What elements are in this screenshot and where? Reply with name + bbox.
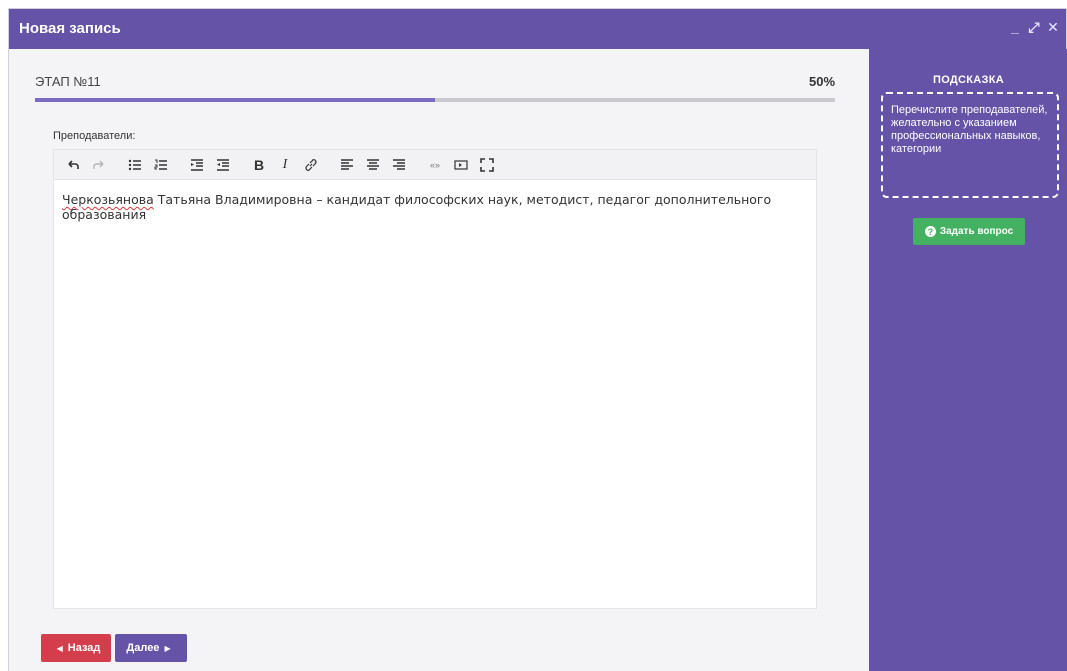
- fullscreen-icon[interactable]: [476, 154, 498, 176]
- align-center-icon[interactable]: [362, 154, 384, 176]
- question-icon: ?: [924, 226, 936, 237]
- back-button[interactable]: ◀ Назад: [41, 634, 111, 662]
- minimize-icon[interactable]: _: [1008, 19, 1022, 35]
- outdent-icon[interactable]: [212, 154, 234, 176]
- bullet-list-icon[interactable]: [124, 154, 146, 176]
- rich-text-editor: B I «» Черкозьянова Татьяна Владимировна…: [53, 149, 817, 609]
- align-right-icon[interactable]: [388, 154, 410, 176]
- back-button-label: Назад: [67, 642, 101, 654]
- hint-sidebar: ПОДСКАЗКА Перечислите преподавателей, же…: [869, 49, 1067, 671]
- window-title: Новая запись: [19, 20, 121, 37]
- ask-question-label: Задать вопрос: [939, 226, 1014, 237]
- hint-title: ПОДСКАЗКА: [932, 74, 1004, 86]
- next-button[interactable]: Далее ▶: [115, 634, 187, 662]
- progress-fill: [35, 98, 435, 102]
- blockquote-icon[interactable]: «»: [424, 154, 446, 176]
- record-window: Новая запись _ ⤢ ✕ ЭТАП №11 50% Преподав…: [8, 8, 1067, 671]
- close-icon[interactable]: ✕: [1046, 19, 1060, 35]
- bold-icon[interactable]: B: [248, 154, 270, 176]
- link-icon[interactable]: [300, 154, 322, 176]
- editor-toolbar: B I «»: [54, 150, 816, 180]
- align-left-icon[interactable]: [336, 154, 358, 176]
- numbered-list-icon[interactable]: [150, 154, 172, 176]
- stage-label: ЭТАП №11: [35, 74, 101, 89]
- stage-percent: 50%: [809, 74, 836, 89]
- teachers-label: Преподаватели:: [53, 130, 136, 142]
- italic-icon[interactable]: I: [274, 154, 296, 176]
- expand-icon[interactable]: ⤢: [1027, 19, 1041, 35]
- media-icon[interactable]: [450, 154, 472, 176]
- window-titlebar: Новая запись _ ⤢ ✕: [9, 9, 1066, 49]
- undo-icon[interactable]: [62, 154, 84, 176]
- main-panel: ЭТАП №11 50% Преподаватели: B I «» Черко…: [9, 49, 869, 671]
- progress-bar: [35, 98, 835, 102]
- editor-text: Татьяна Владимировна – кандидат философс…: [62, 192, 772, 222]
- ask-question-button[interactable]: ? Задать вопрос: [913, 218, 1025, 245]
- indent-icon[interactable]: [186, 154, 208, 176]
- caret-right-icon: ▶: [164, 643, 171, 653]
- redo-icon[interactable]: [88, 154, 110, 176]
- window-controls: _ ⤢ ✕: [1008, 19, 1060, 35]
- caret-left-icon: ◀: [56, 643, 63, 653]
- next-button-label: Далее: [126, 642, 160, 654]
- hint-box: Перечислите преподавателей, желательно с…: [881, 92, 1059, 198]
- misspelled-word: Черкозьянова: [62, 192, 154, 207]
- editor-content[interactable]: Черкозьянова Татьяна Владимировна – канд…: [54, 180, 816, 234]
